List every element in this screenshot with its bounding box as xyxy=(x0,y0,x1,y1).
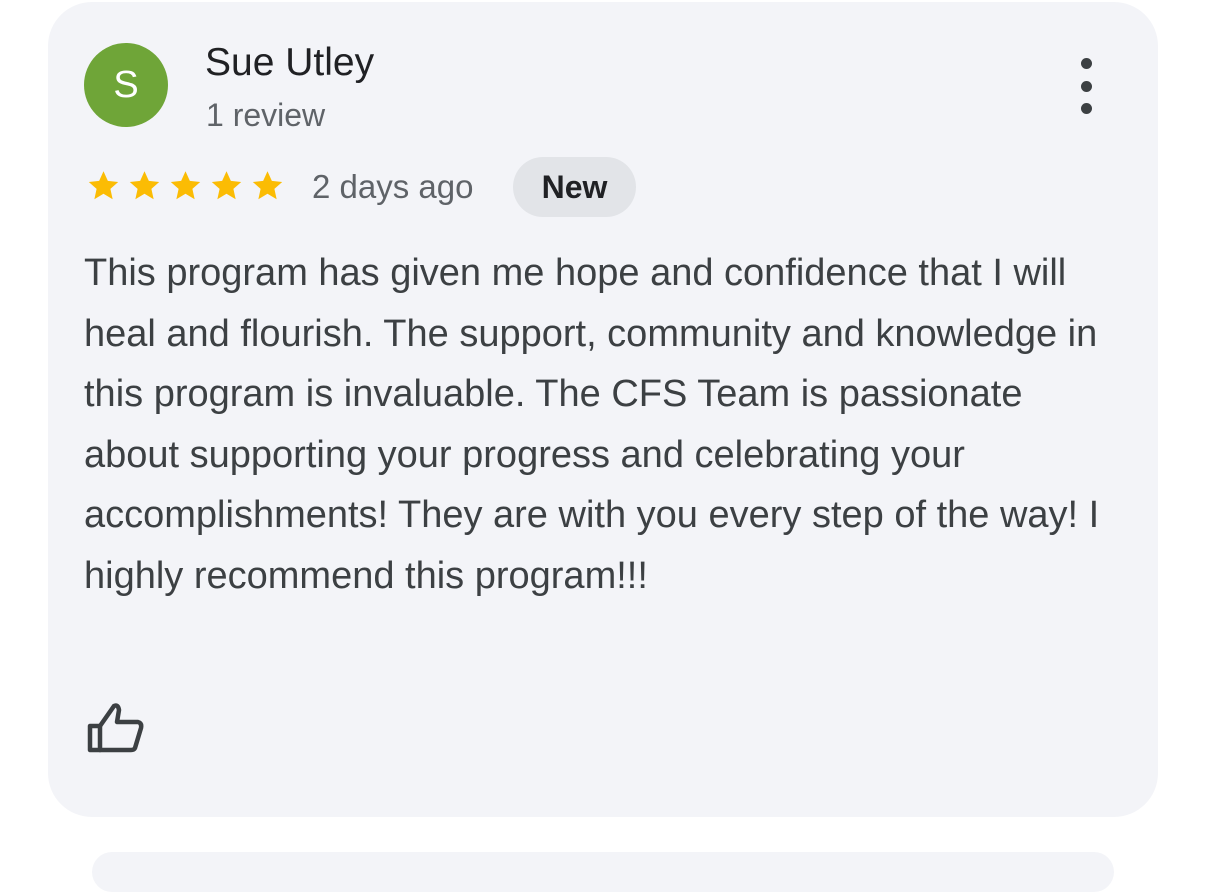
review-text: This program has given me hope and confi… xyxy=(84,252,1100,597)
more-vert-icon-dot xyxy=(1080,103,1092,114)
like-button[interactable] xyxy=(84,698,146,758)
more-options-button[interactable] xyxy=(1062,56,1110,116)
thumbs-up-icon xyxy=(87,703,144,753)
avatar[interactable]: S xyxy=(84,43,168,127)
star-icon xyxy=(252,171,283,200)
star-icon xyxy=(88,171,119,200)
new-badge: New xyxy=(513,157,636,217)
star-icon xyxy=(211,171,242,200)
more-vert-icon-dot xyxy=(1080,80,1092,92)
star-rating xyxy=(84,168,287,204)
reviewer-review-count[interactable]: 1 review xyxy=(206,96,325,134)
review-date: 2 days ago xyxy=(312,168,474,205)
star-icon xyxy=(170,171,201,200)
reviewer-name[interactable]: Sue Utley xyxy=(205,40,374,86)
avatar-initial: S xyxy=(113,63,139,106)
more-vert-icon xyxy=(1080,58,1092,69)
next-review-card xyxy=(92,852,1114,892)
star-icon xyxy=(129,171,160,200)
